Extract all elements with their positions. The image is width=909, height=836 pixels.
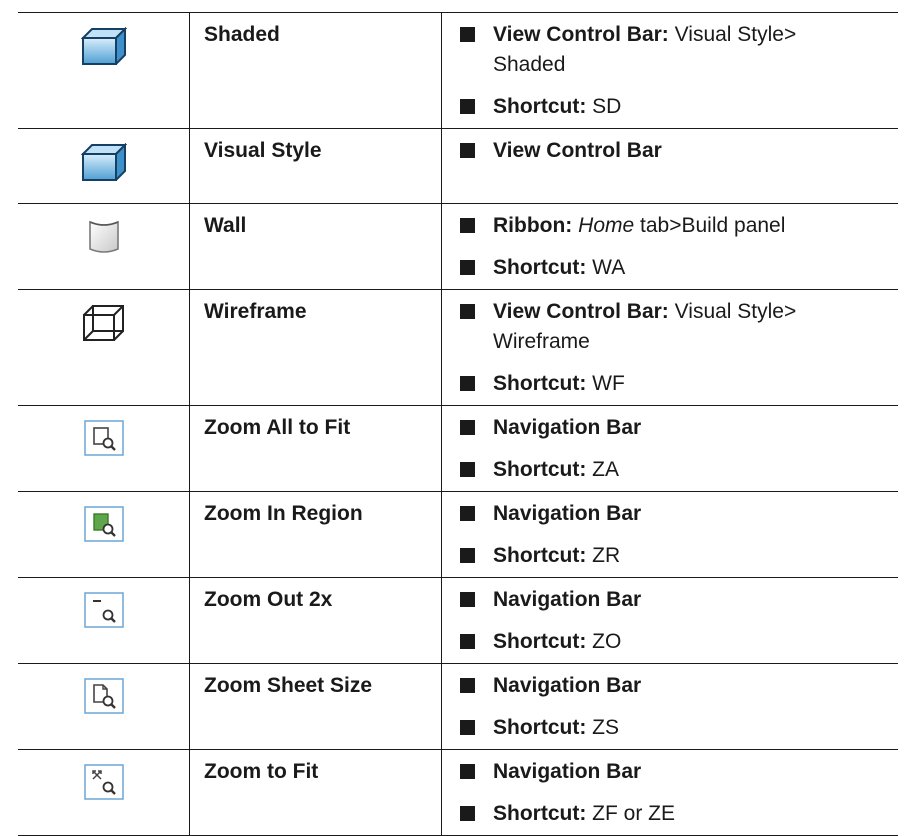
list-item: Shortcut: SD [458,92,888,122]
zoom-out-2x-icon [83,592,124,628]
command-name: Zoom Out 2x [189,577,442,664]
table-row: Zoom In Region Navigation Bar Shortcut: … [18,491,898,578]
command-name: Visual Style [189,128,442,204]
bullet-square-icon [460,143,475,158]
list-item: Navigation Bar [458,757,888,787]
list-item: Navigation Bar [458,413,888,443]
bullet-square-icon [460,592,475,607]
command-name: Zoom All to Fit [189,405,442,492]
bullet-square-icon [460,462,475,477]
list-item: Shortcut: ZR [458,541,888,571]
list-item: Shortcut: ZA [458,455,888,485]
table-row: Wireframe View Control Bar: Visual Style… [18,289,898,406]
bullet-square-icon [460,506,475,521]
list-item: Ribbon: Home tab>Build panel [458,211,888,241]
table-row: Wall Ribbon: Home tab>Build panel Shortc… [18,203,898,290]
bullet-square-icon [460,634,475,649]
list-item: View Control Bar: Visual Style> Wireframe [458,297,888,357]
list-item: Shortcut: ZS [458,713,888,743]
bullet-square-icon [460,806,475,821]
command-name: Shaded [189,12,442,129]
bullet-square-icon [460,420,475,435]
command-name: Wireframe [189,289,442,406]
table-row: Shaded View Control Bar: Visual Style> Sh… [18,12,898,129]
bullet-square-icon [460,548,475,563]
zoom-sheet-size-icon [83,678,124,714]
bullet-square-icon [460,376,475,391]
bullet-square-icon [460,99,475,114]
command-name: Zoom to Fit [189,749,442,836]
command-name: Wall [189,203,442,290]
bullet-square-icon [460,260,475,275]
shaded-box-icon [80,27,127,65]
list-item: View Control Bar [458,136,888,166]
list-item: Navigation Bar [458,585,888,615]
visual-style-box-icon [80,143,127,181]
list-item: Navigation Bar [458,671,888,701]
bullet-square-icon [460,218,475,233]
command-name: Zoom Sheet Size [189,663,442,750]
zoom-all-to-fit-icon [83,420,124,456]
bullet-square-icon [460,27,475,42]
command-reference-table: Shaded View Control Bar: Visual Style> Sh… [18,12,898,836]
table-row: Zoom All to Fit Navigation Bar Shortcut:… [18,405,898,492]
bullet-square-icon [460,678,475,693]
zoom-in-region-icon [83,506,124,542]
list-item: Shortcut: ZF or ZE [458,799,888,829]
bullet-square-icon [460,304,475,319]
list-item: Shortcut: WA [458,253,888,283]
table-row: Visual Style View Control Bar [18,128,898,204]
table-row: Zoom Sheet Size Navigation Bar Shortcut:… [18,663,898,750]
wireframe-box-icon [82,304,126,342]
bullet-square-icon [460,720,475,735]
command-name: Zoom In Region [189,491,442,578]
table-row: Zoom Out 2x Navigation Bar Shortcut: ZO [18,577,898,664]
table-row: Zoom to Fit Navigation Bar Shortcut: ZF … [18,749,898,836]
list-item: Shortcut: ZO [458,627,888,657]
list-item: View Control Bar: Visual Style> Shaded [458,20,888,80]
bullet-square-icon [460,764,475,779]
list-item: Shortcut: WF [458,369,888,399]
list-item: Navigation Bar [458,499,888,529]
zoom-to-fit-icon [83,764,124,800]
wall-icon [87,218,121,254]
